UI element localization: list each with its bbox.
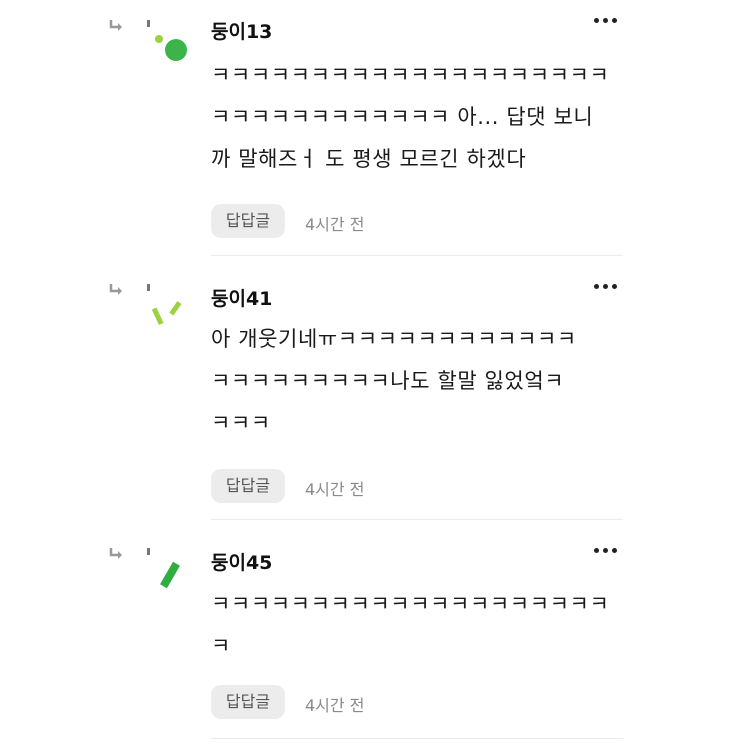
comment-divider: [211, 255, 623, 256]
reply-level-marker: [147, 284, 150, 291]
comment-text: ㅋㅋㅋㅋㅋㅋㅋㅋㅋㅋㅋㅋㅋㅋㅋㅋㅋㅋㅋㅋ ㅋㅋㅋㅋㅋㅋㅋㅋㅋㅋㅋㅋ 아... 답…: [211, 63, 610, 171]
comment-text: 아 개웃기네ㅠㅋㅋㅋㅋㅋㅋㅋㅋㅋㅋㅋㅋ ㅋㅋㅋㅋㅋㅋㅋㅋㅋ나도 할말 잃었엌ㅋ …: [211, 327, 577, 435]
comment-divider: [211, 519, 623, 520]
comment-username[interactable]: 둥이13: [211, 17, 272, 44]
comment-timestamp: 4시간 전: [305, 480, 365, 499]
more-options-icon[interactable]: [594, 282, 622, 292]
comment-timestamp: 4시간 전: [305, 696, 365, 715]
reply-level-marker: [147, 20, 150, 27]
reply-arrow-icon: [109, 20, 122, 31]
avatar[interactable]: [148, 28, 193, 78]
more-options-icon[interactable]: [594, 546, 622, 556]
comment-username[interactable]: 둥이45: [211, 548, 272, 575]
comment-timestamp: 4시간 전: [305, 215, 365, 234]
avatar[interactable]: [148, 556, 193, 606]
avatar[interactable]: [148, 292, 193, 342]
comment-text: ㅋㅋㅋㅋㅋㅋㅋㅋㅋㅋㅋㅋㅋㅋㅋㅋㅋㅋㅋㅋ ㅋ: [211, 592, 610, 658]
more-options-icon[interactable]: [594, 16, 622, 26]
comment-username[interactable]: 둥이41: [211, 284, 272, 311]
comment-divider: [211, 738, 623, 739]
reply-button[interactable]: 답답글: [211, 469, 285, 503]
reply-level-marker: [147, 548, 150, 555]
reply-arrow-icon: [109, 548, 122, 559]
reply-button[interactable]: 답답글: [211, 204, 285, 238]
reply-arrow-icon: [109, 284, 122, 295]
reply-button[interactable]: 답답글: [211, 685, 285, 719]
